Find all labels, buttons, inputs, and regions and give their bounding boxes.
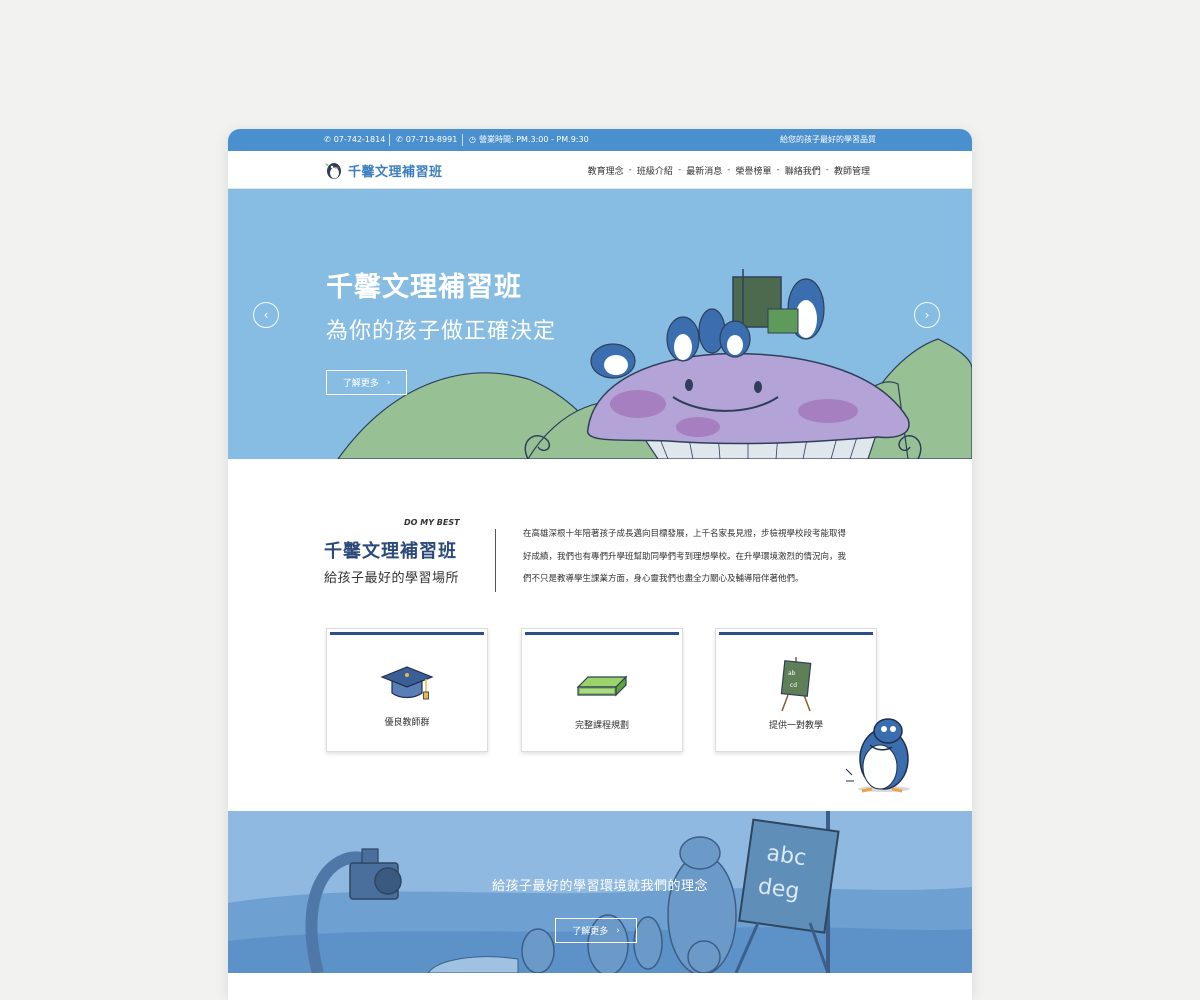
phone-icon: ✆	[324, 135, 331, 144]
nav-item-contact[interactable]: 聯絡我們	[785, 164, 821, 177]
svg-text:cd: cd	[790, 682, 797, 689]
nav-item-philosophy[interactable]: 教育理念	[588, 164, 624, 177]
chevron-right-icon: ›	[924, 308, 930, 322]
philosophy-banner: abc deg 給孩子最好的學習環境就我們的理念 了解更多 ›	[228, 811, 972, 973]
nav-item-classes[interactable]: 班級介紹	[637, 164, 673, 177]
topbar-slogan: 給您的孩子最好的學習品質	[780, 135, 876, 144]
nav-separator: -	[776, 165, 780, 175]
nav-separator: -	[727, 165, 731, 175]
chevron-left-icon: ‹	[263, 308, 269, 322]
banner-learn-more-label: 了解更多	[572, 927, 609, 937]
banner-text: 給孩子最好的學習環境就我們的理念	[491, 879, 708, 894]
chalkboard-icon: ab cd	[780, 657, 812, 712]
intro-description-line: 們不只是教導學生課業方面，身心靈我們也盡全力關心及輔導陪伴著他們。	[523, 574, 804, 584]
nav-separator: -	[677, 165, 682, 175]
phone-icon: ✆	[396, 135, 403, 144]
card-accent-bar	[330, 632, 484, 635]
intro-description-line: 好成績，我們也有專們升學班幫助同學們考到理想學校。在升學環境激烈的情況向，我	[523, 551, 847, 562]
feature-label: 優良教師群	[384, 718, 430, 728]
hero-learn-more-label: 了解更多	[342, 379, 379, 389]
nav-item-honors[interactable]: 榮譽榜單	[735, 164, 771, 177]
logo-text: 千馨文理補習班	[348, 164, 443, 180]
feature-card-teachers[interactable]: 優良教師群	[326, 628, 488, 752]
phone-2[interactable]: ✆ 07-719-8991	[396, 129, 457, 151]
divider	[389, 134, 390, 146]
penguin-mascot	[845, 718, 910, 793]
top-info-bar: ✆ 07-742-1814 ✆ 07-719-8991 ◷ 營業時間: PM.3…	[228, 129, 972, 151]
intro-title: 千馨文理補習班	[324, 541, 457, 562]
banner-learn-more-button[interactable]: 了解更多 ›	[555, 918, 637, 943]
hero-subtitle: 為你的孩子做正確決定	[326, 319, 557, 344]
site-header: 千馨文理補習班 教育理念 - 班級介紹 - 最新消息 - 榮譽榜單 - 聯絡我們…	[228, 151, 972, 189]
intro-subtitle: 給孩子最好的學習場所	[324, 571, 460, 586]
nav-separator: -	[628, 165, 632, 175]
phone-1[interactable]: ✆ 07-742-1814	[324, 129, 385, 151]
nav-separator: -	[825, 165, 829, 175]
slider-prev-button[interactable]: ‹	[253, 302, 279, 328]
slider-next-button[interactable]: ›	[914, 302, 940, 328]
graduation-cap-icon	[380, 666, 434, 700]
chevron-right-icon: ›	[386, 377, 391, 388]
nav-item-teacher-admin[interactable]: 教師管理	[834, 164, 870, 177]
clock-icon: ◷	[469, 135, 476, 144]
card-accent-bar	[719, 632, 873, 635]
svg-text:ab: ab	[788, 670, 796, 677]
chevron-right-icon: ›	[616, 925, 620, 936]
book-icon	[576, 675, 628, 697]
feature-label: 完整課程規劃	[574, 721, 629, 731]
feature-card-curriculum[interactable]: 完整課程規劃	[521, 628, 683, 752]
main-nav: 教育理念 - 班級介紹 - 最新消息 - 榮譽榜單 - 聯絡我們 - 教師管理	[588, 151, 870, 189]
intro-description-line: 在高雄深根十年陪著孩子成長邁向目標發展，上千名家長見證，步檢視學校段考能取得	[523, 529, 847, 539]
nav-item-news[interactable]: 最新消息	[686, 164, 722, 177]
browser-frame: ✆ 07-742-1814 ✆ 07-719-8991 ◷ 營業時間: PM.3…	[228, 129, 972, 1000]
penguin-logo-icon	[325, 163, 341, 179]
intro-description: 在高雄深根十年陪著孩子成長邁向目標發展，上千名家長見證，步檢視學校段考能取得 好…	[523, 523, 878, 591]
intro-tagline: DO MY BEST	[404, 518, 460, 527]
hero-title: 千馨文理補習班	[326, 272, 522, 303]
hero-slider: 千馨文理補習班 為你的孩子做正確決定 了解更多 › ‹ ›	[228, 189, 972, 459]
divider	[462, 134, 463, 146]
card-accent-bar	[525, 632, 679, 635]
hero-learn-more-button[interactable]: 了解更多 ›	[326, 370, 407, 395]
business-hours: ◷ 營業時間: PM.3:00 - PM.9:30	[469, 129, 589, 151]
intro-divider	[495, 529, 496, 592]
site-logo[interactable]: 千馨文理補習班	[324, 159, 443, 181]
